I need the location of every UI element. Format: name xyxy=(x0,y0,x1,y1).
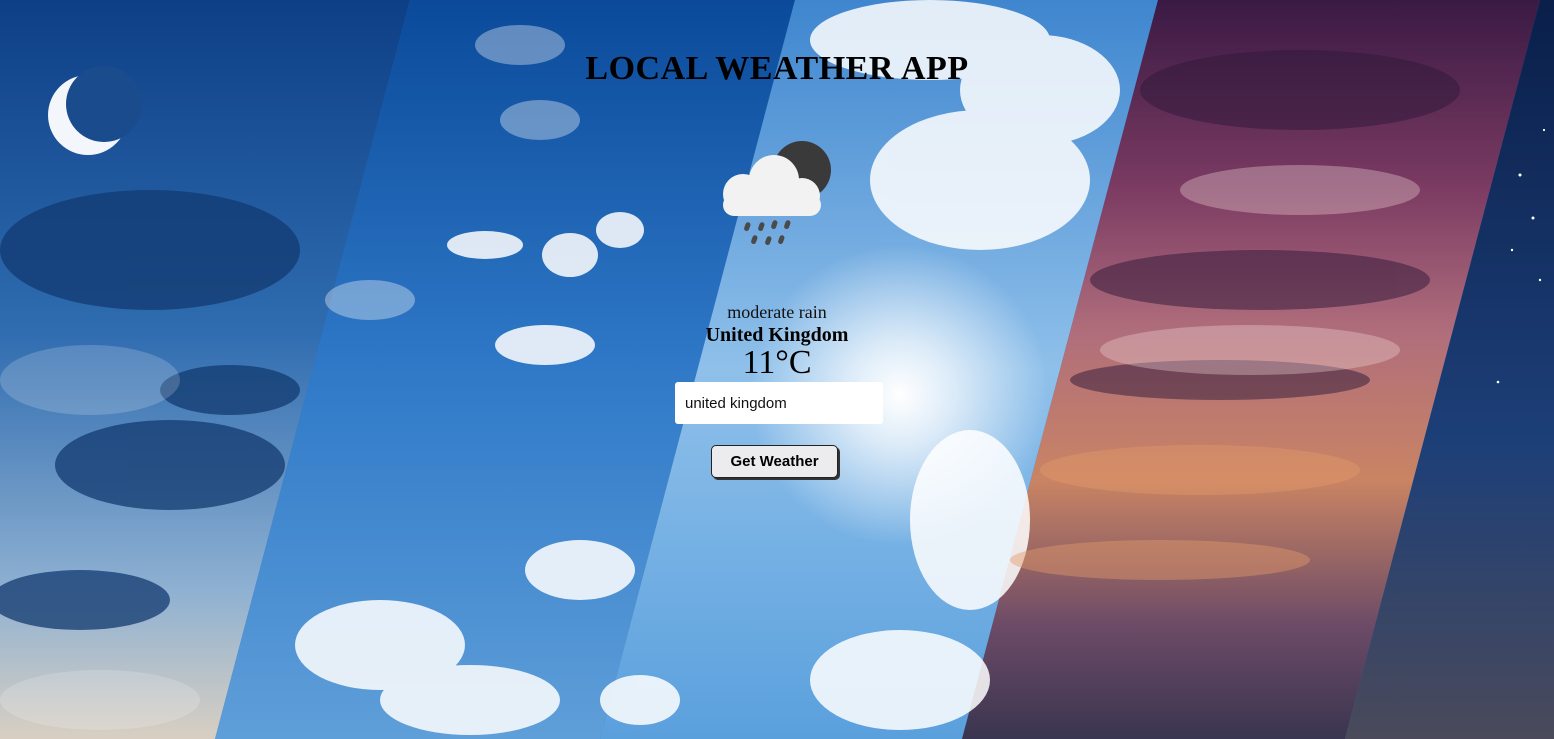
weather-description: moderate rain xyxy=(727,302,827,322)
get-weather-button[interactable]: Get Weather xyxy=(711,445,838,478)
app-title: LOCAL WEATHER APP xyxy=(585,50,969,87)
temperature: 11°C xyxy=(742,344,812,381)
weather-app-page: LOCAL WEATHER APP moderate rain United K… xyxy=(0,0,1554,739)
rain-cloud-night-icon xyxy=(716,138,836,253)
city-search-input[interactable] xyxy=(675,382,883,424)
weather-panel: LOCAL WEATHER APP moderate rain United K… xyxy=(0,0,1554,739)
